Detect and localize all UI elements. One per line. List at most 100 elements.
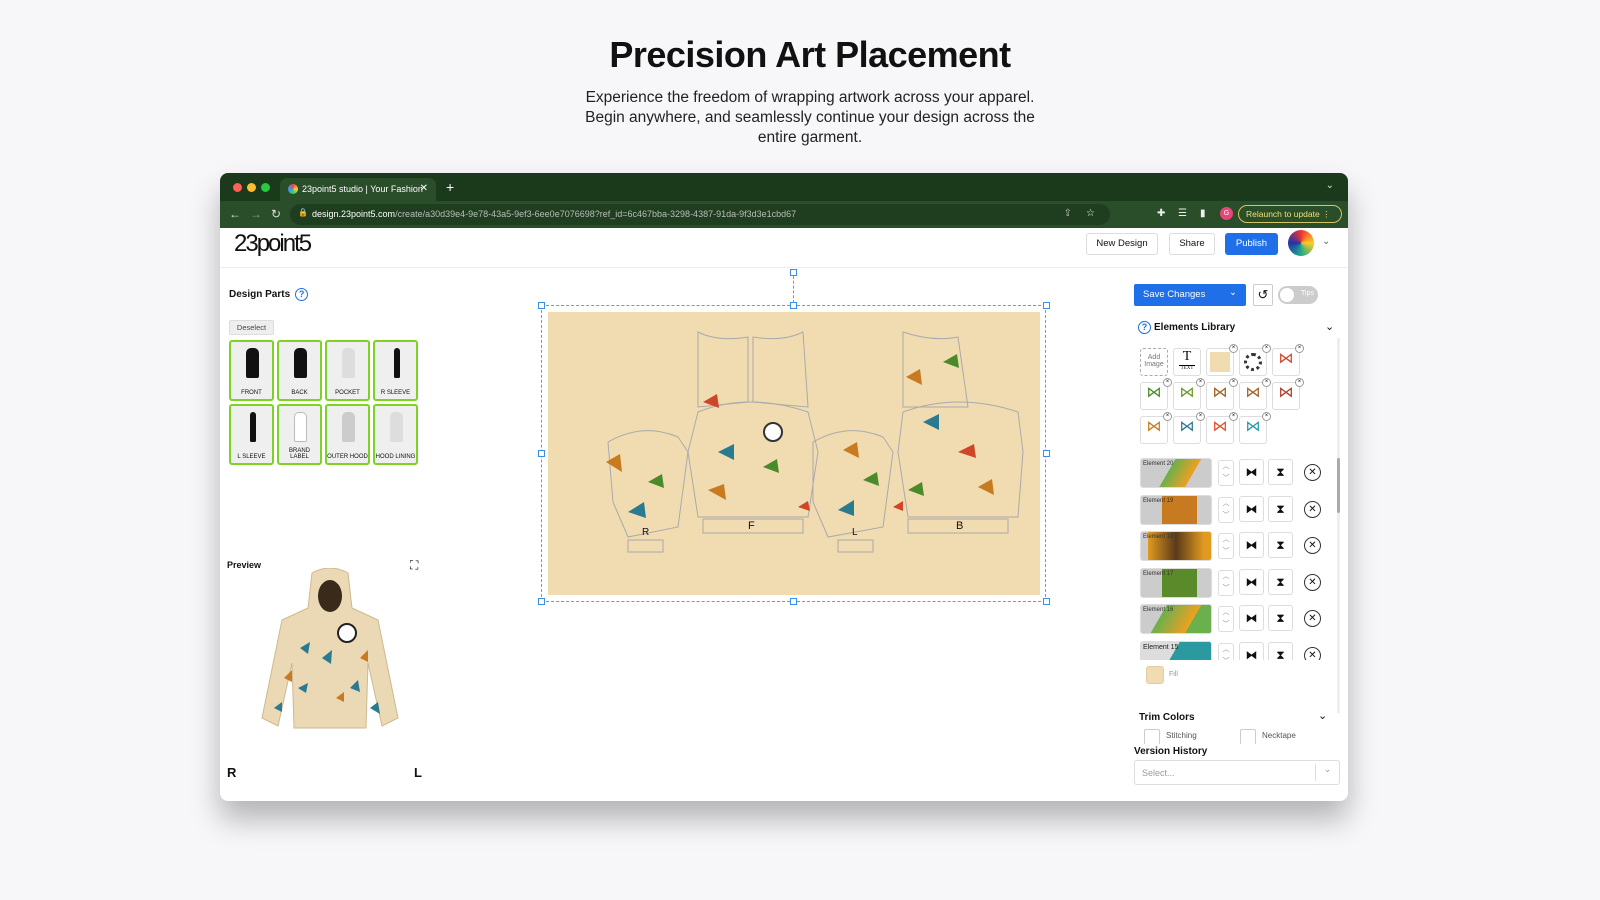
flip-horizontal-icon[interactable]: ⧓ (1239, 459, 1264, 485)
profile-avatar[interactable]: G (1220, 207, 1233, 220)
add-image-button[interactable]: Add Image (1140, 348, 1168, 376)
help-icon[interactable]: ? (1138, 321, 1151, 334)
layer-row[interactable]: Element 20 ︿ ﹀ ⧓ ⧗ ✕ (1140, 458, 1340, 488)
flip-vertical-icon[interactable]: ⧗ (1268, 496, 1293, 522)
account-chevron-icon[interactable]: ⌄ (1322, 236, 1330, 247)
remove-icon[interactable]: × (1295, 344, 1304, 353)
layer-row[interactable]: Element 17 ︿ ﹀ ⧓ ⧗ ✕ (1140, 568, 1340, 598)
new-design-button[interactable]: New Design (1086, 233, 1158, 255)
reorder-up-down[interactable]: ︿﹀ (1218, 533, 1234, 559)
remove-icon[interactable]: × (1163, 412, 1172, 421)
library-butterfly[interactable]: ⋈ × (1206, 412, 1238, 444)
save-dropdown-chevron-icon[interactable]: ⌄ (1229, 287, 1237, 298)
tab-list-chevron-icon[interactable]: ⌄ (1326, 180, 1334, 191)
deselect-button[interactable]: Deselect (229, 320, 274, 335)
rotate-handle[interactable] (790, 269, 797, 276)
library-butterfly[interactable]: ⋈ × (1173, 378, 1205, 410)
library-moth[interactable]: ⋈ × (1239, 378, 1271, 410)
remove-icon[interactable]: × (1295, 378, 1304, 387)
back-icon[interactable]: ← (229, 207, 241, 221)
remove-element-icon[interactable]: ✕ (1304, 501, 1321, 518)
flip-horizontal-icon[interactable]: ⧓ (1239, 605, 1264, 631)
extensions-icon[interactable]: ✚ (1157, 208, 1165, 219)
part-front[interactable]: FRONT (229, 340, 274, 401)
resize-handle[interactable] (790, 302, 797, 309)
forward-icon[interactable]: → (250, 207, 262, 221)
scrollbar-thumb[interactable] (1337, 458, 1340, 513)
remove-icon[interactable]: × (1229, 344, 1238, 353)
remove-icon[interactable]: × (1262, 378, 1271, 387)
undo-button[interactable]: ↺ (1253, 284, 1273, 306)
scrollbar[interactable] (1337, 338, 1340, 713)
bookmark-star-icon[interactable]: ☆ (1086, 208, 1095, 219)
version-history-select[interactable]: Select... ⌄ (1134, 760, 1340, 785)
flip-horizontal-icon[interactable]: ⧓ (1239, 642, 1264, 660)
library-butterfly[interactable]: ⋈ × (1239, 412, 1271, 444)
flip-horizontal-icon[interactable]: ⧓ (1239, 532, 1264, 558)
library-butterfly[interactable]: ⋈ × (1272, 378, 1304, 410)
flip-vertical-icon[interactable]: ⧗ (1268, 605, 1293, 631)
flip-vertical-icon[interactable]: ⧗ (1268, 459, 1293, 485)
select-chevron-icon[interactable]: ⌄ (1315, 764, 1339, 781)
flip-vertical-icon[interactable]: ⧗ (1268, 569, 1293, 595)
flip-horizontal-icon[interactable]: ⧓ (1239, 569, 1264, 595)
library-butterfly[interactable]: ⋈ × (1206, 378, 1238, 410)
layer-row[interactable]: Element 16 ︿ ﹀ ⧓ ⧗ ✕ (1140, 604, 1340, 634)
relaunch-button[interactable]: Relaunch to update ⋮ (1238, 205, 1342, 223)
stitching-swatch[interactable] (1144, 729, 1160, 744)
resize-handle[interactable] (538, 302, 545, 309)
resize-handle[interactable] (538, 450, 545, 457)
part-outer-hood[interactable]: OUTER HOOD (325, 404, 370, 465)
share-button[interactable]: Share (1169, 233, 1215, 255)
reorder-up-down[interactable]: ︿﹀ (1218, 606, 1234, 632)
part-brand-label[interactable]: BRAND LABEL (277, 404, 322, 465)
layer-row[interactable]: Element 15 ︿﹀ ⧓⧗ ✕ (1140, 641, 1340, 660)
necktape-swatch[interactable] (1240, 729, 1256, 744)
flip-horizontal-icon[interactable]: ⧓ (1239, 496, 1264, 522)
help-icon[interactable]: ? (295, 288, 309, 301)
resize-handle[interactable] (1043, 450, 1050, 457)
layer-row[interactable]: Element 19 ︿ ﹀ ⧓ ⧗ ✕ (1140, 495, 1340, 525)
remove-element-icon[interactable]: ✕ (1304, 610, 1321, 627)
close-tab-icon[interactable]: ✕ (420, 183, 428, 194)
library-butterfly[interactable]: ⋈ × (1173, 412, 1205, 444)
part-r-sleeve[interactable]: R SLEEVE (373, 340, 418, 401)
remove-icon[interactable]: × (1196, 378, 1205, 387)
resize-handle[interactable] (1043, 302, 1050, 309)
remove-icon[interactable]: × (1163, 378, 1172, 387)
reorder-up-down[interactable]: ︿﹀ (1218, 460, 1234, 486)
reorder-up-down[interactable]: ︿﹀ (1218, 643, 1234, 660)
remove-icon[interactable]: × (1196, 412, 1205, 421)
flip-vertical-icon[interactable]: ⧗ (1268, 642, 1293, 660)
part-back[interactable]: BACK (277, 340, 322, 401)
part-pocket[interactable]: POCKET (325, 340, 370, 401)
part-hood-lining[interactable]: HOOD LINING (373, 404, 418, 465)
flip-vertical-icon[interactable]: ⧗ (1268, 532, 1293, 558)
library-logo-badge[interactable]: × (1239, 344, 1271, 376)
remove-icon[interactable]: × (1262, 344, 1271, 353)
remove-element-icon[interactable]: ✕ (1304, 574, 1321, 591)
close-window-button[interactable] (233, 183, 242, 192)
publish-button[interactable]: Publish (1225, 233, 1278, 255)
remove-icon[interactable]: × (1229, 378, 1238, 387)
collapse-chevron-icon[interactable]: ⌄ (1325, 320, 1334, 333)
fill-swatch[interactable] (1146, 666, 1164, 684)
reorder-up-down[interactable]: ︿﹀ (1218, 497, 1234, 523)
remove-element-icon[interactable]: ✕ (1304, 537, 1321, 554)
remove-icon[interactable]: × (1229, 412, 1238, 421)
library-color-swatch[interactable]: × (1206, 344, 1238, 376)
add-text-button[interactable]: T TEXT (1173, 348, 1201, 376)
layer-row[interactable]: Element 18 ︿ ﹀ ⧓ ⧗ ✕ (1140, 531, 1340, 561)
maximize-window-button[interactable] (261, 183, 270, 192)
new-tab-button[interactable]: + (446, 179, 454, 195)
logo[interactable]: 23point5 (234, 230, 312, 258)
remove-element-icon[interactable]: ✕ (1304, 464, 1321, 481)
library-butterfly[interactable]: ⋈ × (1272, 344, 1304, 376)
side-panel-icon[interactable]: ▮ (1200, 208, 1206, 219)
library-butterfly[interactable]: ⋈ × (1140, 378, 1172, 410)
share-page-icon[interactable]: ⇪ (1064, 208, 1072, 219)
minimize-window-button[interactable] (247, 183, 256, 192)
save-changes-button[interactable]: Save Changes ⌄ (1134, 284, 1246, 306)
user-avatar[interactable] (1288, 230, 1314, 256)
reload-icon[interactable]: ↻ (271, 207, 281, 221)
